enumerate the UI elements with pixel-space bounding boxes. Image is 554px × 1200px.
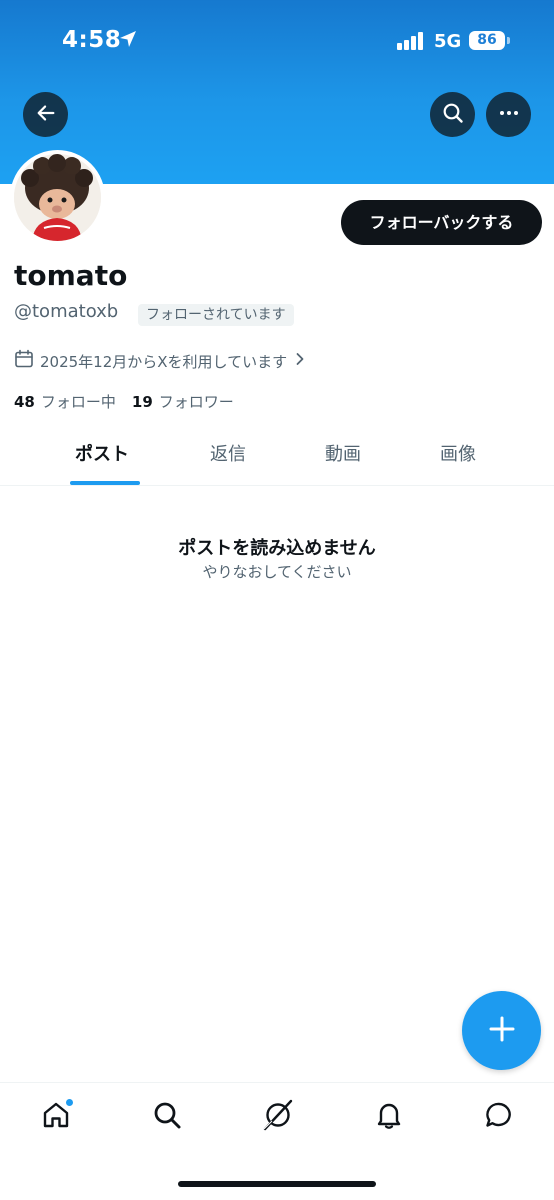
back-arrow-icon [35, 102, 57, 128]
tab-posts[interactable]: ポスト [75, 440, 129, 466]
follows-you-badge: フォローされています [138, 304, 294, 326]
retry-text[interactable]: やりなおしてください [0, 561, 554, 582]
joined-date-text: 2025年12月からXを利用しています [40, 352, 288, 371]
active-tab-indicator [70, 481, 140, 485]
back-button[interactable] [23, 92, 68, 137]
error-title: ポストを読み込めません [178, 538, 376, 559]
location-arrow-icon [118, 29, 138, 53]
network-type: 5G [434, 31, 462, 52]
search-button[interactable] [430, 92, 475, 137]
joined-date-row[interactable]: 2025年12月からXを利用しています [14, 349, 311, 373]
avatar-image [14, 154, 101, 241]
status-time: 4:58 [62, 27, 122, 53]
nav-notifications[interactable] [369, 1099, 409, 1135]
calendar-icon [14, 349, 40, 373]
bell-icon [373, 1099, 405, 1135]
avatar[interactable] [10, 150, 105, 245]
nav-search[interactable] [147, 1099, 187, 1135]
more-icon [497, 101, 521, 129]
battery-tip [507, 37, 510, 44]
follow-back-button[interactable]: フォローバックする [341, 200, 542, 245]
display-name: tomato [14, 259, 128, 292]
grok-icon [261, 1098, 295, 1136]
followers-label[interactable]: フォロワー [159, 391, 234, 412]
battery-icon: 86 [469, 31, 505, 50]
search-icon [151, 1099, 183, 1135]
tab-images[interactable]: 画像 [440, 440, 476, 466]
following-label[interactable]: フォロー中 [41, 391, 116, 412]
home-notification-dot [65, 1098, 74, 1107]
nav-grok[interactable] [258, 1099, 298, 1135]
signal-strength-icon [397, 31, 425, 50]
more-button[interactable] [486, 92, 531, 137]
follow-counts: 48 フォロー中 19 フォロワー [14, 391, 250, 412]
nav-home[interactable] [36, 1098, 76, 1135]
plus-icon [487, 1014, 517, 1048]
chevron-right-icon [295, 352, 311, 370]
status-bar: 4:58 5G 86 [0, 0, 554, 84]
profile-tabs: ポスト 返信 動画 画像 [0, 424, 554, 486]
user-handle: @tomatoxb [14, 301, 119, 322]
tab-replies[interactable]: 返信 [210, 440, 246, 466]
nav-messages[interactable] [479, 1099, 519, 1135]
following-count[interactable]: 48 [14, 393, 35, 411]
search-icon [441, 101, 465, 129]
home-indicator [178, 1181, 376, 1187]
followers-count[interactable]: 19 [132, 393, 153, 411]
messages-icon [483, 1099, 515, 1135]
tab-videos[interactable]: 動画 [325, 440, 361, 466]
compose-button[interactable] [462, 991, 541, 1070]
